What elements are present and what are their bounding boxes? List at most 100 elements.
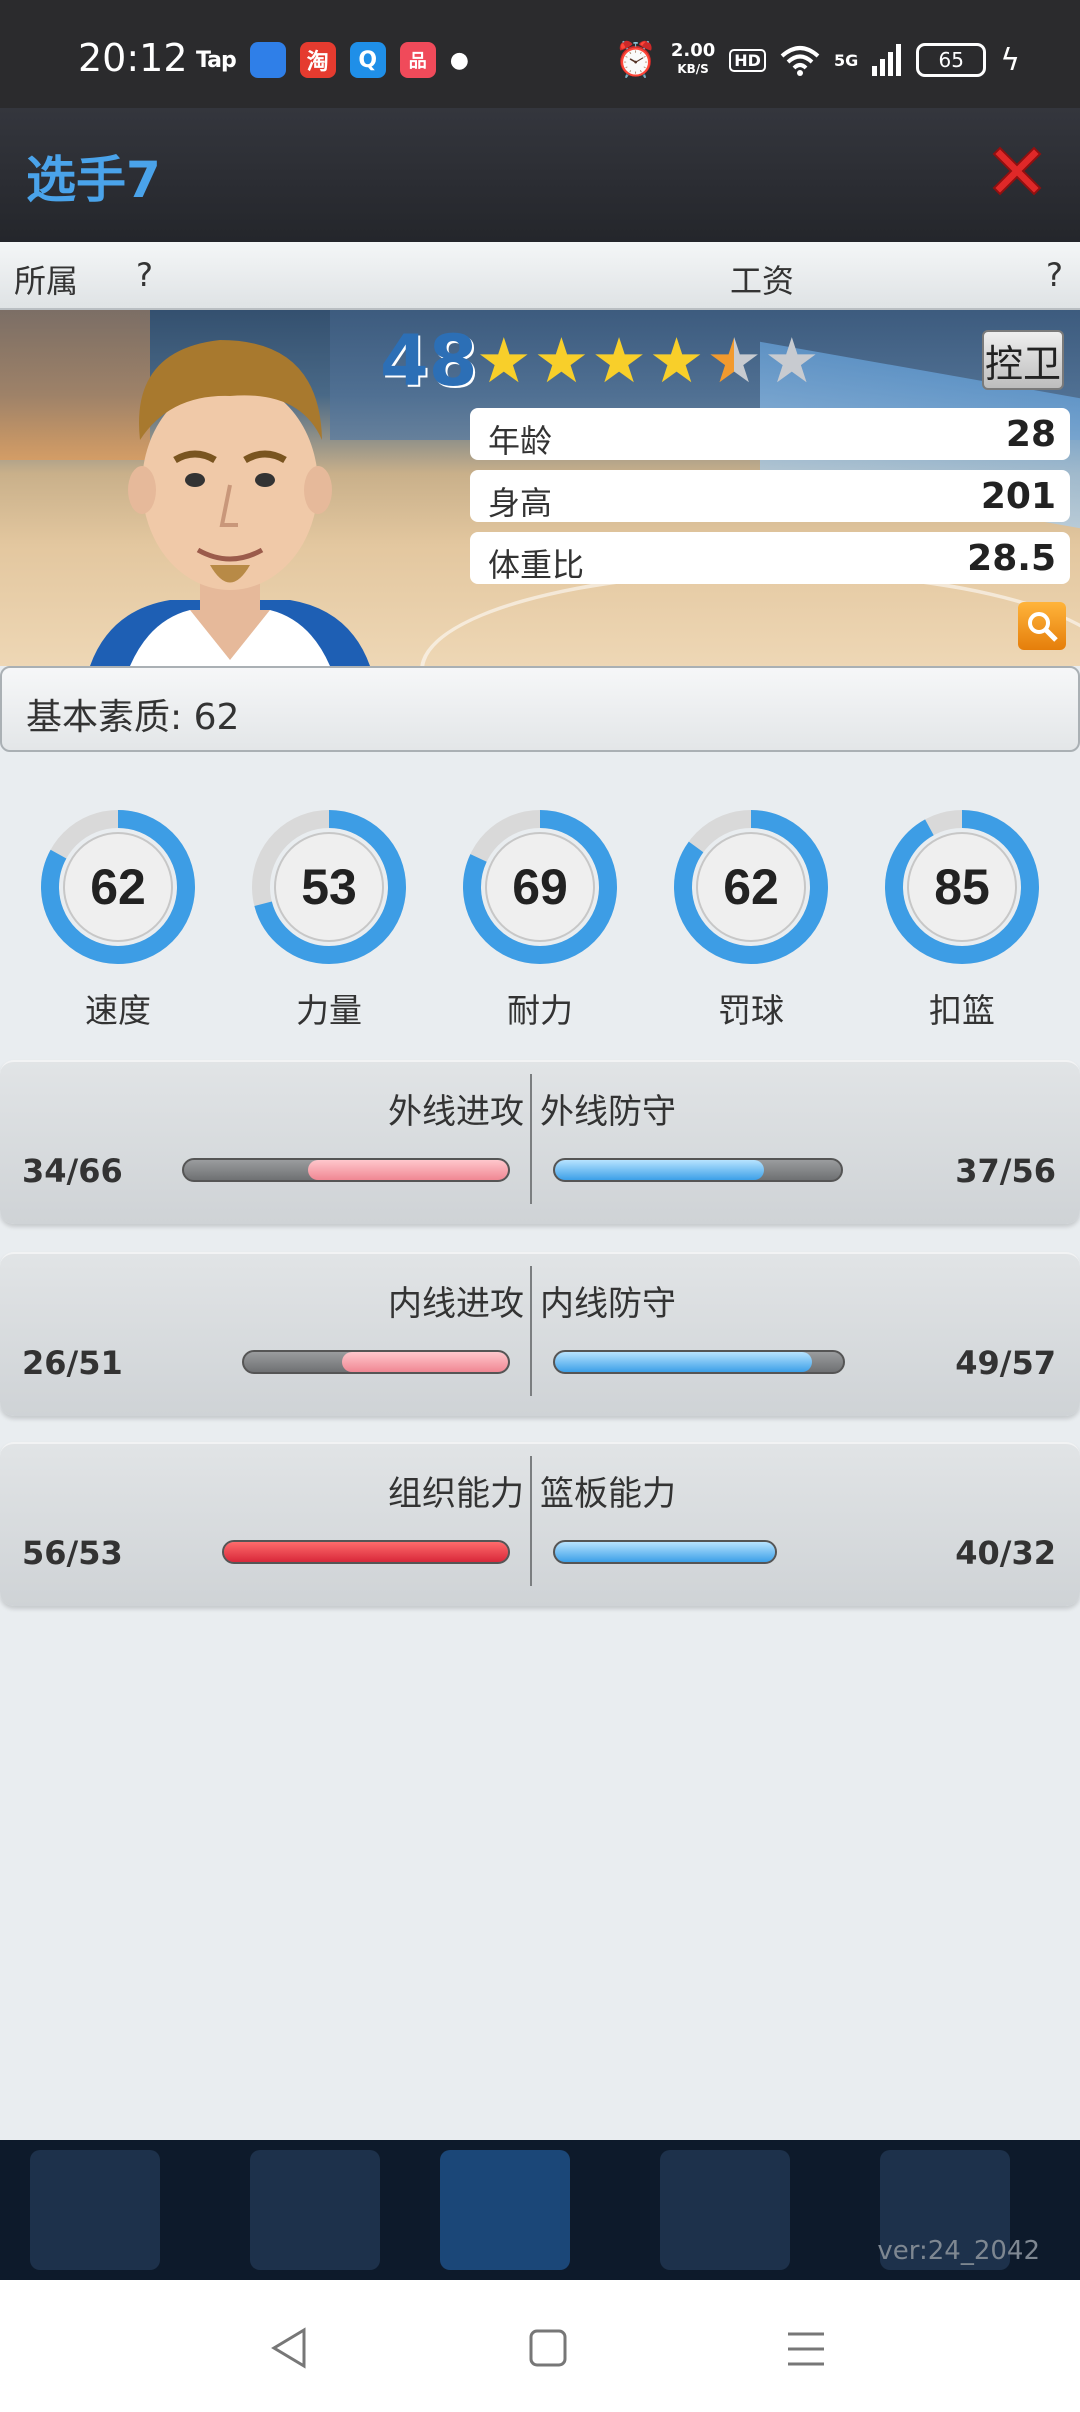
- battery-level: 65: [938, 48, 964, 72]
- attr-right-bar: [553, 1540, 777, 1564]
- stat-label: 年龄: [488, 422, 553, 460]
- attr-right-bar: [553, 1350, 845, 1374]
- search-button[interactable]: [1018, 602, 1066, 650]
- taobao-icon: 淘: [299, 42, 336, 78]
- status-right: ⏰ 2.00 KB/S HD 5G 65 ϟ: [615, 40, 1021, 80]
- q-app-icon: Q: [349, 42, 386, 78]
- attr-right-value: 40/32: [955, 1534, 1056, 1572]
- player-rating: 48: [380, 320, 478, 402]
- stat-age: 年龄 28: [470, 408, 1070, 460]
- app-blue-icon: [249, 42, 286, 78]
- more-dot-icon: ●: [449, 47, 469, 73]
- salary-value: ?: [1046, 256, 1063, 294]
- nav-item-training[interactable]: [660, 2150, 790, 2270]
- star-full-icon: ★: [476, 324, 532, 397]
- net-speed-unit: KB/S: [677, 62, 709, 76]
- team-value: ?: [136, 256, 153, 294]
- attr-left-bar: [242, 1350, 510, 1374]
- attribute-pair: 内线进攻 内线防守 26/51 49/57: [0, 1252, 1080, 1416]
- status-time: 20:12: [78, 36, 188, 80]
- alarm-icon: ⏰: [614, 40, 657, 80]
- position-badge: 控卫: [982, 330, 1064, 390]
- ring-label: 力量: [296, 991, 362, 1030]
- nav-item-team[interactable]: [30, 2150, 160, 2270]
- salary-label: 工资: [730, 262, 795, 300]
- attr-right-value: 37/56: [955, 1152, 1056, 1190]
- hd-icon: HD: [729, 48, 766, 72]
- star-full-icon: ★: [648, 324, 705, 397]
- attribute-pair: 外线进攻 外线防守 34/66 37/56: [0, 1060, 1080, 1224]
- star-half-icon: ★: [706, 324, 762, 397]
- attr-left-title: 内线进攻: [388, 1284, 524, 1324]
- attribute-pair: 组织能力 篮板能力 56/53 40/32: [0, 1442, 1080, 1606]
- attr-right-title: 篮板能力: [540, 1474, 676, 1514]
- star-full-icon: ★: [533, 324, 590, 397]
- game-bottom-nav: ver:24_2042: [0, 2140, 1080, 2280]
- page-title: 选手7: [26, 151, 161, 209]
- ring-value: 62: [90, 859, 146, 915]
- version-label: ver:24_2042: [877, 2236, 1040, 2266]
- menu-icon[interactable]: [786, 2330, 826, 2368]
- star-empty-icon: ★: [763, 324, 820, 397]
- dialog-header: 选手7: [0, 108, 1080, 242]
- search-icon: [1028, 612, 1058, 642]
- ring-value: 69: [512, 859, 568, 915]
- attr-right-fill: [555, 1352, 812, 1372]
- back-icon[interactable]: [268, 2326, 308, 2370]
- ring-value: 62: [723, 859, 779, 915]
- taptap-icon: Tap: [196, 47, 237, 73]
- player-avatar: [90, 340, 370, 666]
- ring-label: 速度: [85, 991, 151, 1030]
- ring-value: 85: [934, 859, 990, 915]
- attr-left-title: 外线进攻: [388, 1092, 524, 1132]
- nav-item-finance[interactable]: [250, 2150, 380, 2270]
- system-nav-bar: [0, 2280, 1080, 2412]
- signal-label: 5G: [833, 50, 859, 70]
- attr-right-value: 49/57: [955, 1344, 1056, 1382]
- attr-right-title: 内线防守: [540, 1284, 676, 1324]
- attr-right-title: 外线防守: [540, 1092, 676, 1132]
- ability-ring: 85 扣篮: [880, 796, 1044, 1030]
- ability-ring: 62 罚球: [669, 796, 833, 1030]
- ring-gauge: 53: [252, 810, 406, 964]
- net-speed-value: 2.00: [670, 40, 716, 61]
- divider: [530, 1266, 532, 1396]
- wifi-icon: [780, 46, 820, 76]
- stat-label: 身高: [488, 484, 553, 522]
- close-icon[interactable]: [984, 138, 1050, 204]
- info-row: 所属 ? 工资 ?: [0, 242, 1080, 310]
- attr-left-fill: [224, 1542, 508, 1562]
- home-icon[interactable]: [528, 2328, 568, 2368]
- ring-label: 罚球: [718, 991, 784, 1030]
- ring-gauge: 69: [463, 810, 617, 964]
- stat-weight-ratio: 体重比 28.5: [470, 532, 1070, 584]
- ring-label: 耐力: [507, 991, 573, 1030]
- nav-item-players[interactable]: [440, 2150, 570, 2270]
- ring-value: 53: [301, 859, 357, 915]
- ring-gauge: 62: [41, 810, 195, 964]
- attr-left-value: 34/66: [22, 1152, 123, 1190]
- stat-height: 身高 201: [470, 470, 1070, 522]
- attr-right-fill: [555, 1542, 775, 1562]
- star-full-icon: ★: [591, 324, 647, 397]
- stat-label: 体重比: [488, 546, 585, 584]
- divider: [530, 1074, 532, 1204]
- status-bar: 20:12 Tap 淘 Q 品 ● ⏰ 2.00 KB/S HD 5G 65 ϟ: [0, 0, 1080, 108]
- attr-left-bar: [182, 1158, 510, 1182]
- ring-gauge: 62: [674, 810, 828, 964]
- ring-label: 扣篮: [929, 991, 995, 1030]
- stat-value: 28: [1005, 414, 1056, 455]
- attr-left-title: 组织能力: [388, 1474, 524, 1514]
- status-app-icons: Tap 淘 Q 品 ●: [196, 42, 469, 78]
- ability-ring: 53 力量: [247, 796, 411, 1030]
- ability-ring: 69 耐力: [458, 796, 622, 1030]
- team-label: 所属: [14, 262, 79, 300]
- ring-gauge: 85: [885, 810, 1039, 964]
- attr-right-fill: [555, 1160, 764, 1180]
- attr-left-fill: [342, 1352, 508, 1372]
- pdd-icon: 品: [399, 42, 436, 78]
- basic-ability-label: 基本素质: 62: [26, 697, 240, 738]
- rating-stars: ★ ★ ★ ★ ★ ★: [476, 330, 820, 392]
- attr-left-value: 56/53: [22, 1534, 123, 1572]
- attr-left-fill: [308, 1160, 508, 1180]
